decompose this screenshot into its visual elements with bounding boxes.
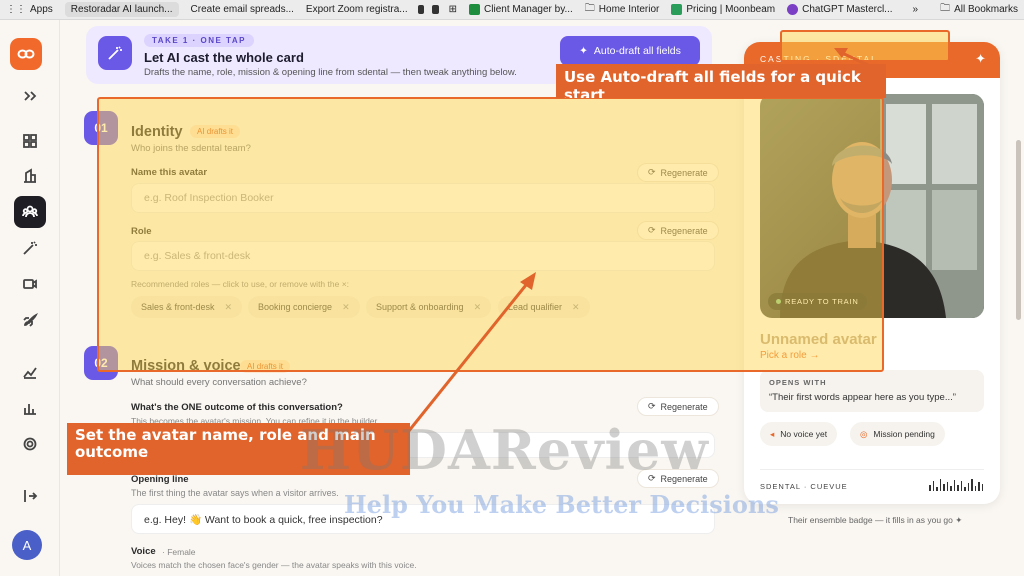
tutorial-callout-auto-draft: Use Auto-draft all fields for a quick st… — [556, 64, 886, 98]
watermark-tagline: Help You Make Better Decisions — [344, 490, 779, 519]
watermark-logo: HUDAReview — [300, 418, 709, 482]
